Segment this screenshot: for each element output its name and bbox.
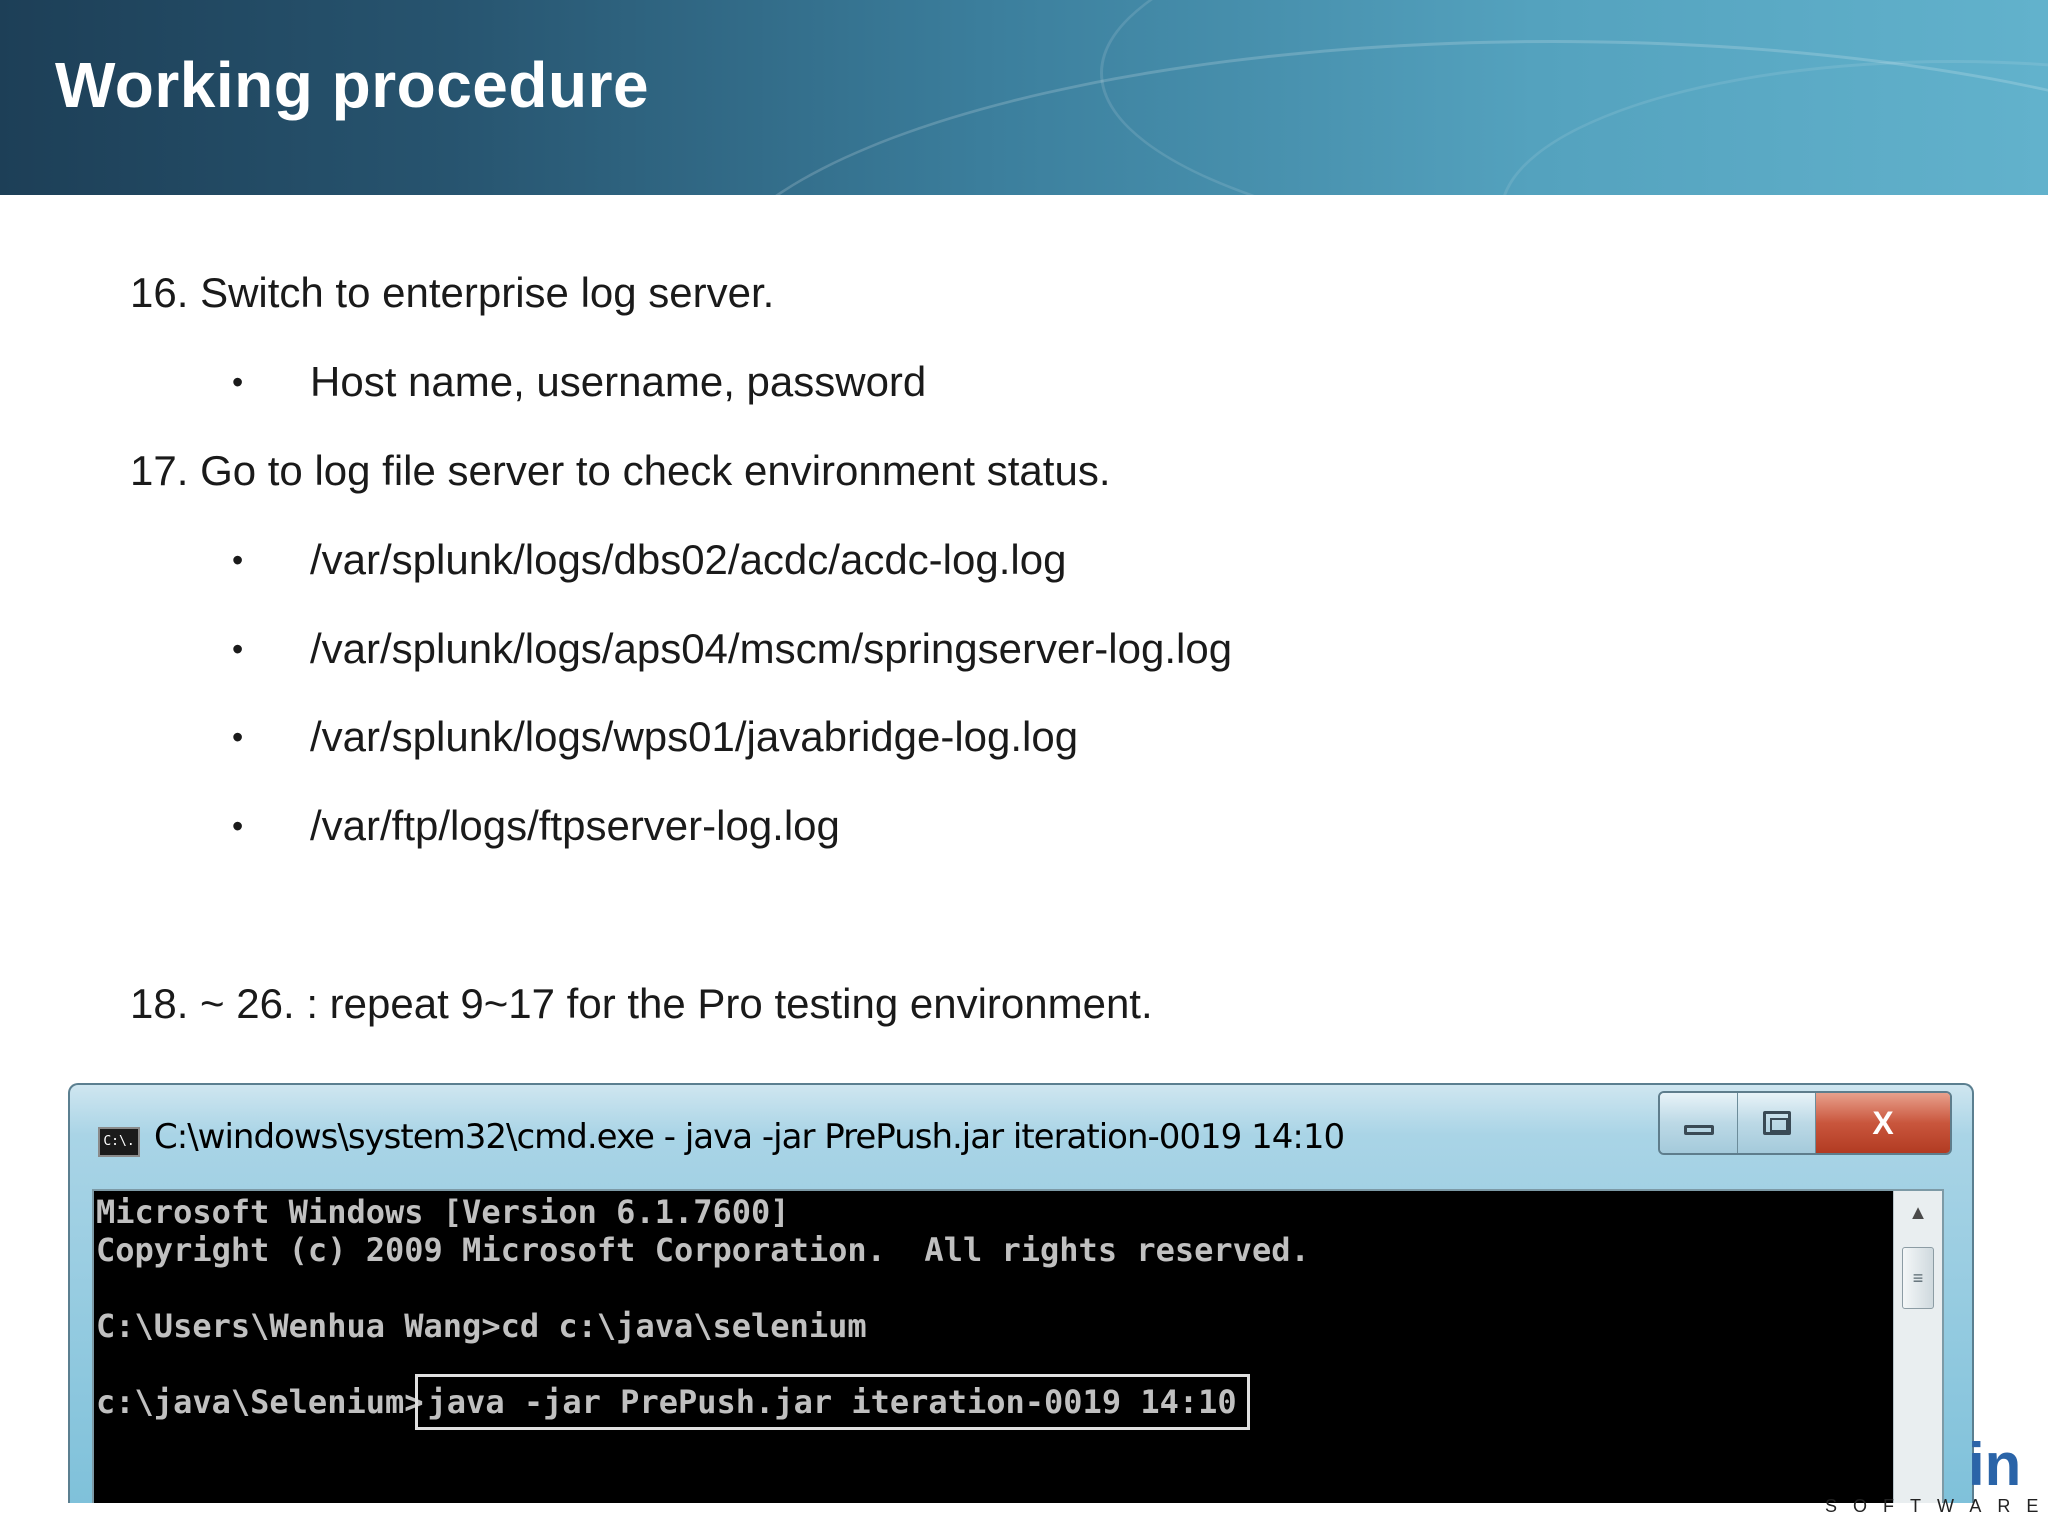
console-prompt: c:\java\Selenium> [96, 1383, 424, 1421]
console-output[interactable]: Microsoft Windows [Version 6.1.7600] Cop… [92, 1189, 1944, 1503]
step-18-26: 18. ~ 26. : repeat 9~17 for the Pro test… [130, 979, 1153, 1029]
minimize-icon [1683, 1125, 1714, 1135]
console-line: c:\java\Selenium> java -jar PrePush.jar i… [96, 1374, 1884, 1430]
close-button[interactable]: X [1816, 1093, 1950, 1153]
bullet-text: Host name, username, password [310, 358, 927, 405]
step-number: 18. ~ 26. [130, 980, 295, 1027]
log-path: /var/splunk/logs/aps04/mscm/springserver… [310, 625, 1233, 672]
vertical-scrollbar[interactable]: ▲ ≡ [1893, 1191, 1942, 1503]
bullet-icon: • [232, 542, 244, 578]
window-controls: X [1658, 1091, 1952, 1155]
slide-title: Working procedure [55, 49, 650, 121]
arrow-up-icon: ▲ [1908, 1201, 1928, 1224]
step-text: Switch to enterprise log server. [200, 269, 775, 316]
cmd-window: C:\. C:\windows\system32\cmd.exe - java … [68, 1083, 1974, 1503]
close-icon: X [1872, 1104, 1894, 1141]
bullet-icon: • [232, 719, 244, 755]
cmd-app-icon[interactable]: C:\. [98, 1127, 140, 1157]
step-17: 17. Go to log file server to check envir… [130, 446, 1111, 496]
step-16: 16. Switch to enterprise log server. [130, 268, 774, 318]
step-number: 17. [130, 447, 189, 494]
cmd-titlebar[interactable]: C:\. C:\windows\system32\cmd.exe - java … [70, 1085, 1972, 1185]
step-text: : repeat 9~17 for the Pro testing enviro… [306, 980, 1153, 1027]
console-text: Microsoft Windows [Version 6.1.7600] Cop… [94, 1191, 1884, 1503]
window-title: C:\windows\system32\cmd.exe - java -jar … [154, 1117, 1345, 1157]
maximize-button[interactable] [1738, 1093, 1816, 1153]
company-logo: in [1968, 1431, 2022, 1498]
console-line: C:\Users\Wenhua Wang>cd c:\java\selenium [96, 1307, 867, 1345]
minimize-button[interactable] [1660, 1093, 1738, 1153]
bullet-icon: • [232, 364, 244, 400]
slide-header: Working procedure [0, 0, 2048, 195]
console-line: Microsoft Windows [Version 6.1.7600] [96, 1193, 790, 1231]
log-path: /var/splunk/logs/wps01/javabridge-log.lo… [310, 713, 1079, 760]
step-number: 16. [130, 269, 189, 316]
scroll-up-button[interactable]: ▲ [1894, 1191, 1942, 1235]
log-path: /var/ftp/logs/ftpserver-log.log [310, 802, 840, 849]
console-line: Copyright (c) 2009 Microsoft Corporation… [96, 1231, 1310, 1269]
step-text: Go to log file server to check environme… [200, 447, 1111, 494]
bullet-icon: • [232, 631, 244, 667]
maximize-icon [1762, 1111, 1791, 1135]
grip-icon: ≡ [1912, 1267, 1924, 1288]
scroll-thumb[interactable]: ≡ [1902, 1247, 1934, 1309]
company-logo-subtitle: SOFTWARE [1825, 1496, 2048, 1516]
log-path: /var/splunk/logs/dbs02/acdc/acdc-log.log [310, 536, 1067, 583]
highlighted-command: java -jar PrePush.jar iteration-0019 14:… [414, 1374, 1250, 1430]
bullet-icon: • [232, 808, 244, 844]
